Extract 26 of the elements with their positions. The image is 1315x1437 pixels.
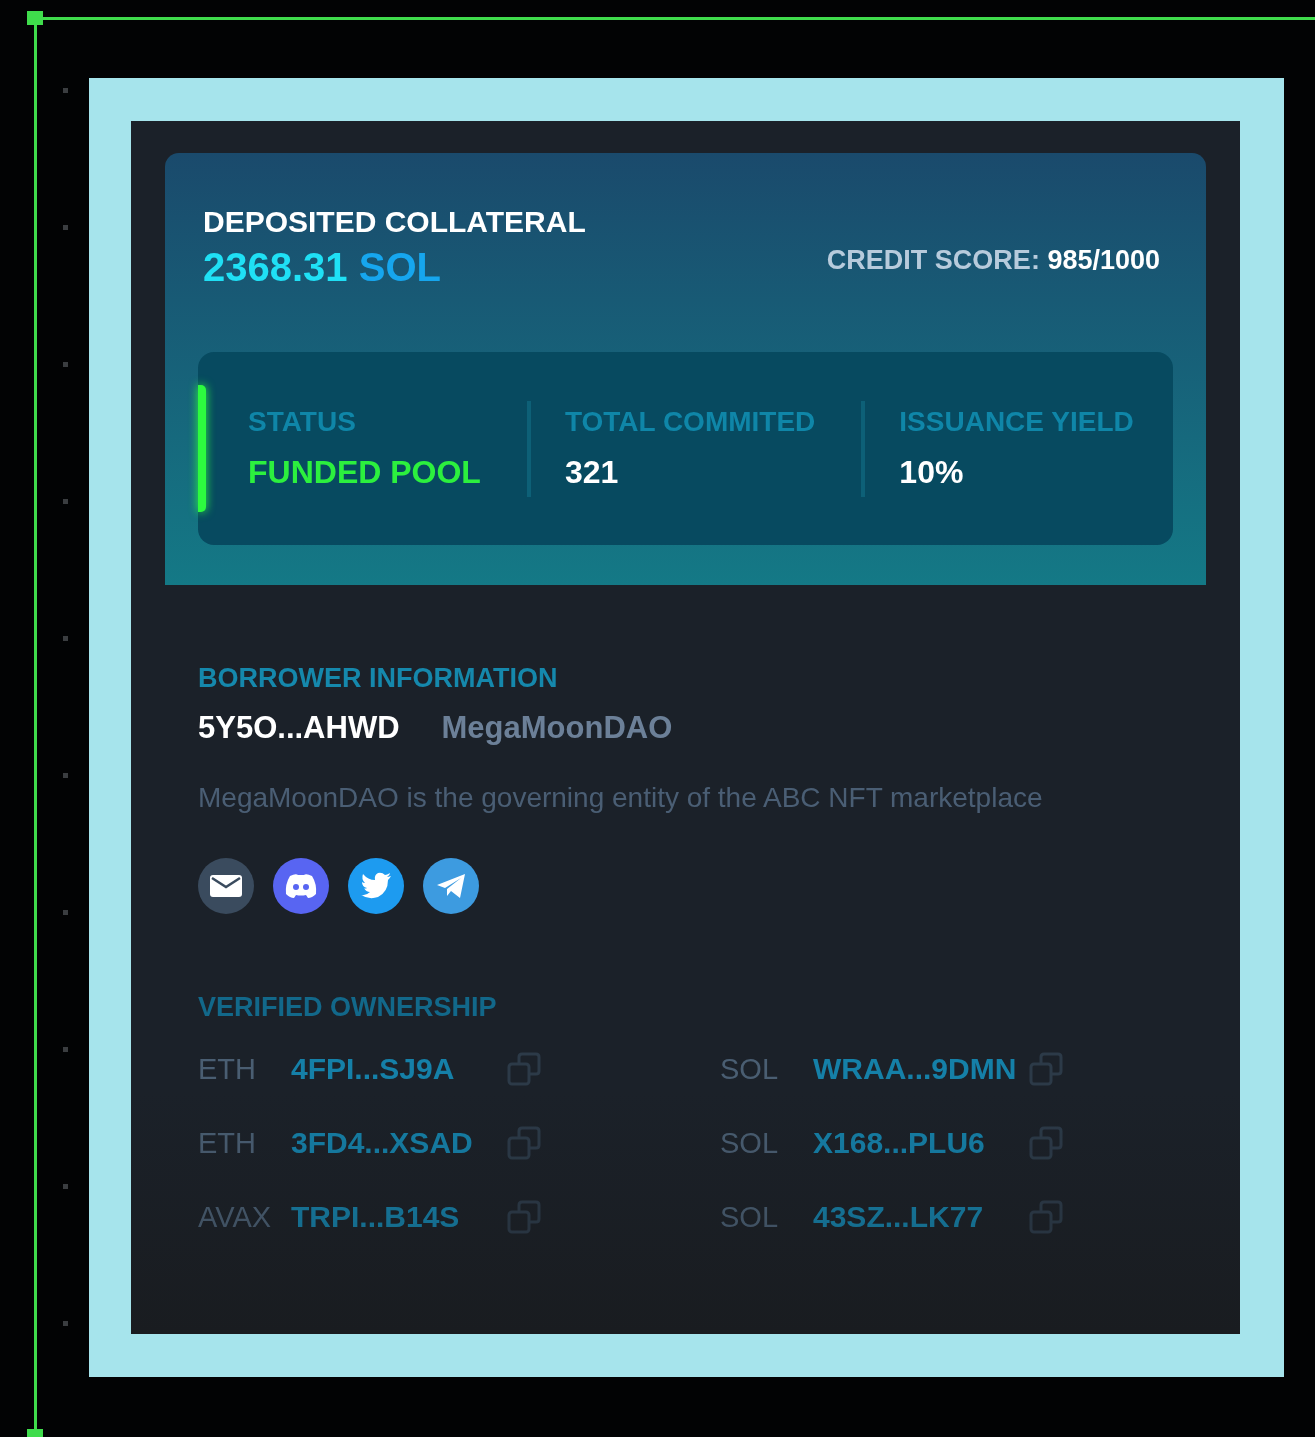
stat-value: 321 [564, 454, 620, 491]
stat-value: 10% [899, 454, 965, 491]
stat-label: STATUS [248, 406, 357, 438]
wallet-address: WRAA...9DMN [813, 1052, 1018, 1086]
borrower-description: MegaMoonDAO is the governing entity of the ABC NFT marketplace [198, 782, 1044, 814]
collateral-label: DEPOSITED COLLATERAL [203, 205, 586, 239]
stat-label: TOTAL COMMITED [564, 406, 816, 438]
chain-label: ETH [198, 1126, 257, 1160]
borrower-name: MegaMoonDAO [441, 710, 673, 746]
collateral-amount: 2368.31 SOL [203, 245, 442, 290]
stat-value: FUNDED POOL [248, 454, 481, 491]
stat-label: ISSUANCE YIELD [899, 406, 1134, 438]
chain-label: SOL [720, 1052, 780, 1086]
chain-label: ETH [198, 1052, 257, 1086]
chain-label: AVAX [198, 1200, 273, 1234]
wallet-address: 4FPI...SJ9A [291, 1052, 456, 1086]
borrower-address: 5Y5O...AHWD [198, 710, 400, 746]
wallet-address: 3FD4...XSAD [291, 1126, 474, 1160]
chain-label: SOL [720, 1126, 780, 1160]
wallet-address: TRPI...B14S [291, 1200, 461, 1234]
wallet-address: 43SZ...LK77 [813, 1200, 985, 1234]
credit-score: CREDIT SCORE: 985/1000 [826, 245, 1160, 276]
wallet-address: X168...PLU6 [813, 1126, 986, 1160]
section-heading: VERIFIED OWNERSHIP [198, 992, 498, 1023]
section-heading: BORROWER INFORMATION [198, 663, 559, 694]
chain-label: SOL [720, 1200, 780, 1234]
